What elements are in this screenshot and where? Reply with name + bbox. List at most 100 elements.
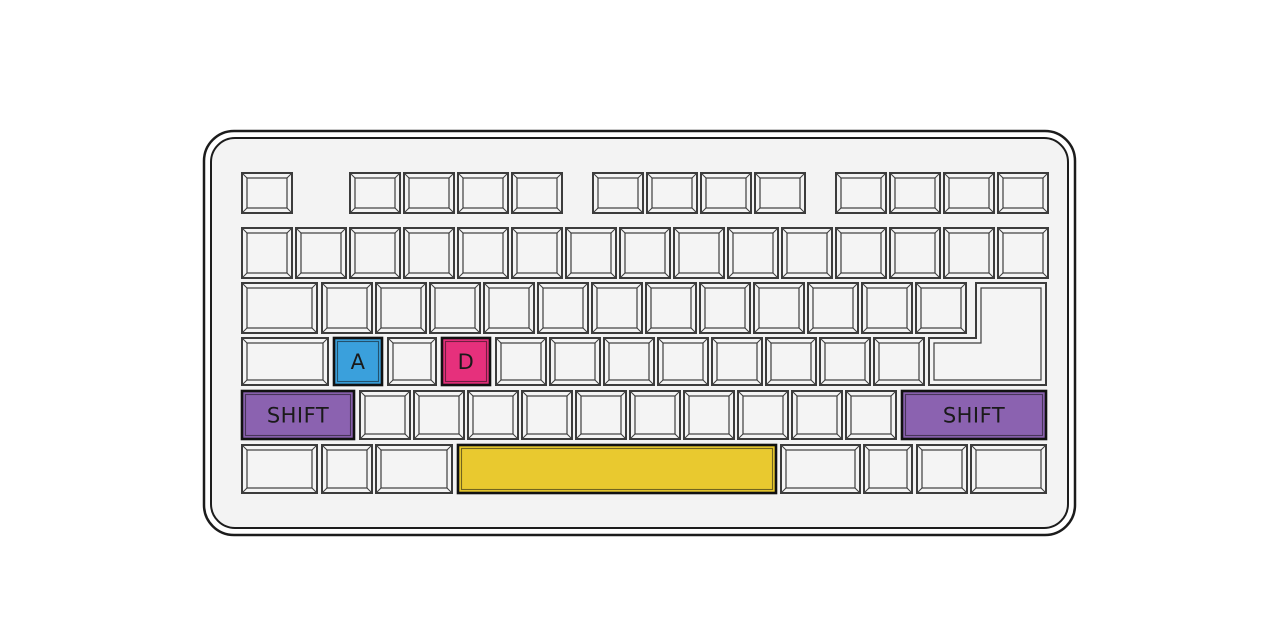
left-shift-label: SHIFT — [267, 404, 329, 428]
key-r0-k8 — [754, 172, 806, 214]
key-r1-k4-cap — [457, 227, 509, 279]
key-r3-k11-cap — [873, 337, 925, 386]
key-r1-k3-cap — [403, 227, 455, 279]
key-r0-k5-cap — [592, 172, 644, 214]
key-r5-k7 — [970, 444, 1047, 494]
key-r4-k6 — [629, 390, 681, 440]
key-r1-k13 — [943, 227, 995, 279]
key-r0-k12-cap — [997, 172, 1049, 214]
key-r1-k11 — [835, 227, 887, 279]
key-r4-k2-cap — [413, 390, 465, 440]
key-r2-k1-cap — [321, 282, 373, 334]
key-r0-k4 — [511, 172, 563, 214]
key-r1-k2-cap — [349, 227, 401, 279]
key-r3-k7-cap — [657, 337, 709, 386]
key-r5-k4-cap — [780, 444, 861, 494]
key-r2-k7 — [645, 282, 697, 334]
key-r0-k1-cap — [349, 172, 401, 214]
key-r3-k2-cap — [387, 337, 437, 386]
key-r2-k4-cap — [483, 282, 535, 334]
key-r1-k13-cap — [943, 227, 995, 279]
key-r4-k8-cap — [737, 390, 789, 440]
key-r0-k3-cap — [457, 172, 509, 214]
key-r3-k4 — [495, 337, 547, 386]
key-r0-k8-cap — [754, 172, 806, 214]
key-r4-k10-cap — [845, 390, 897, 440]
key-r0-k0-cap — [241, 172, 293, 214]
key-r1-k3 — [403, 227, 455, 279]
key-r5-k0 — [241, 444, 318, 494]
key-r2-k5 — [537, 282, 589, 334]
key-r2-k2-cap — [375, 282, 427, 334]
key-r1-k14 — [997, 227, 1049, 279]
key-r0-k2 — [403, 172, 455, 214]
key-r2-k6-cap — [591, 282, 643, 334]
key-r3-k6 — [603, 337, 655, 386]
key-r5-k0-cap — [241, 444, 318, 494]
key-r2-k9 — [753, 282, 805, 334]
d-key-label: D — [458, 350, 475, 374]
key-r2-k7-cap — [645, 282, 697, 334]
key-r5-k5-cap — [863, 444, 913, 494]
key-r0-k5 — [592, 172, 644, 214]
left-shift: SHIFT — [240, 389, 356, 441]
key-r3-k2 — [387, 337, 437, 386]
key-r5-k6-cap — [916, 444, 968, 494]
key-r0-k10-cap — [889, 172, 941, 214]
key-r3-k8-cap — [711, 337, 763, 386]
key-r5-k1 — [321, 444, 373, 494]
key-r4-k3-cap — [467, 390, 519, 440]
key-r0-k3 — [457, 172, 509, 214]
key-r5-k4 — [780, 444, 861, 494]
key-r3-k9 — [765, 337, 817, 386]
key-r2-k0-cap — [241, 282, 318, 334]
right-shift: SHIFT — [900, 389, 1048, 441]
key-r2-k6 — [591, 282, 643, 334]
key-r5-k1-cap — [321, 444, 373, 494]
key-r1-k12 — [889, 227, 941, 279]
key-r4-k3 — [467, 390, 519, 440]
key-r3-k0-cap — [241, 337, 329, 386]
key-r5-k5 — [863, 444, 913, 494]
key-r3-k6-cap — [603, 337, 655, 386]
key-r4-k1-cap — [359, 390, 411, 440]
key-r0-k4-cap — [511, 172, 563, 214]
key-r5-k2 — [375, 444, 453, 494]
key-r2-k0 — [241, 282, 318, 334]
key-r1-k5 — [511, 227, 563, 279]
key-r3-k5 — [549, 337, 601, 386]
key-r3-k9-cap — [765, 337, 817, 386]
key-r2-k1 — [321, 282, 373, 334]
key-r5-k2-cap — [375, 444, 453, 494]
key-r0-k11 — [943, 172, 995, 214]
key-r2-k3-cap — [429, 282, 481, 334]
key-r3-k10 — [819, 337, 871, 386]
key-r4-k7 — [683, 390, 735, 440]
key-r2-k10-cap — [807, 282, 859, 334]
key-r4-k4-cap — [521, 390, 573, 440]
key-r1-k0-cap — [241, 227, 293, 279]
key-r1-k8-cap — [673, 227, 725, 279]
key-r3-k5-cap — [549, 337, 601, 386]
key-r1-k9-cap — [727, 227, 779, 279]
key-r1-k2 — [349, 227, 401, 279]
key-r1-k10 — [781, 227, 833, 279]
key-r5-k7-cap — [970, 444, 1047, 494]
key-r2-k2 — [375, 282, 427, 334]
key-r1-k6 — [565, 227, 617, 279]
keyboard-diagram: A D SHIFT SHIFT — [202, 129, 1077, 537]
key-r0-k7 — [700, 172, 752, 214]
key-r1-k1-cap — [295, 227, 347, 279]
a-key: A — [332, 336, 384, 387]
key-r4-k6-cap — [629, 390, 681, 440]
key-r0-k0 — [241, 172, 293, 214]
key-r1-k8 — [673, 227, 725, 279]
d-key: D — [440, 336, 492, 387]
right-shift-label: SHIFT — [943, 404, 1005, 428]
key-r3-k0 — [241, 337, 329, 386]
key-r0-k6 — [646, 172, 698, 214]
key-r2-k5-cap — [537, 282, 589, 334]
key-r3-k8 — [711, 337, 763, 386]
key-r1-k9 — [727, 227, 779, 279]
key-r1-k10-cap — [781, 227, 833, 279]
